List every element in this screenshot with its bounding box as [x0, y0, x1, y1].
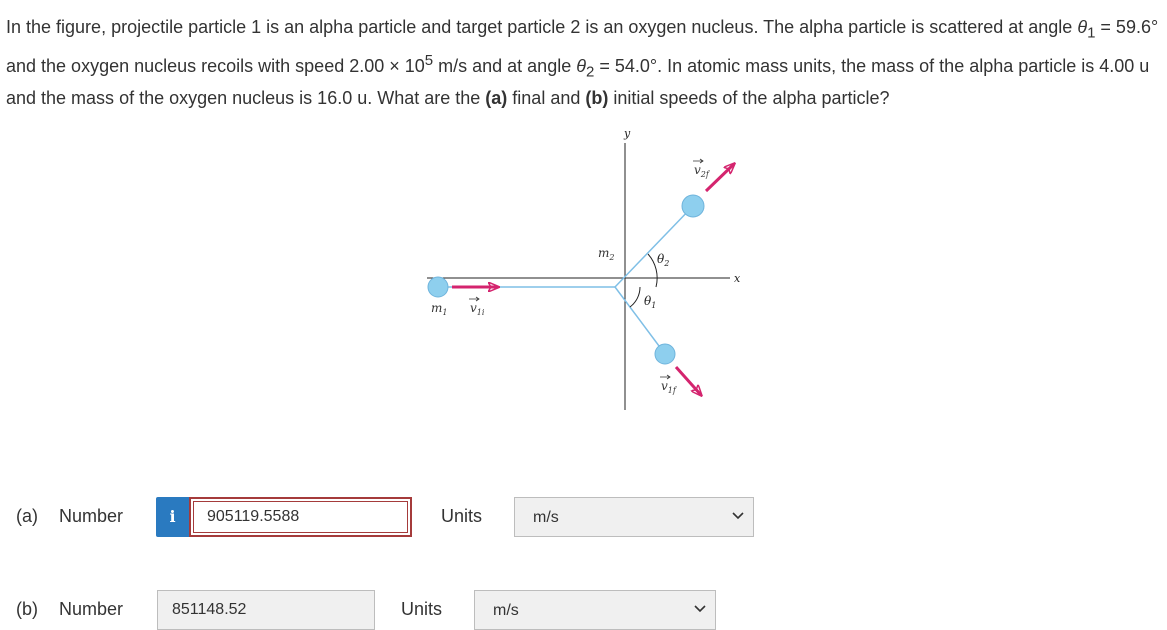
problem-text: In the figure, projectile particle 1 is … [6, 17, 1078, 37]
problem-text: final and [507, 88, 586, 109]
part-a-units-label: Units [441, 506, 483, 526]
part-a-number-input[interactable]: 905119.5588 [189, 497, 412, 537]
theta1-symbol: θ [1077, 17, 1088, 37]
alpha-particle-final [654, 343, 676, 365]
part-a-label: (a) [16, 506, 38, 526]
v2f-label: v2f [694, 163, 711, 179]
part-b-units-value: m/s [493, 602, 519, 619]
alpha-scattered-path [614, 286, 666, 355]
problem-text: initial speeds of the alpha particle? [608, 88, 890, 109]
theta1-label: θ1 [644, 294, 656, 310]
x-axis-label: x [734, 272, 741, 285]
part-a-units-value: m/s [533, 509, 559, 526]
chevron-down-icon [732, 512, 744, 520]
m1-label: m1 [431, 301, 447, 317]
v1f-arrow [674, 366, 701, 395]
theta1-arc [629, 286, 641, 308]
collision-diagram: y x m1 v1i m2 θ2 θ1 v1f v2f [427, 127, 741, 410]
part-a-tag: (a) [485, 88, 508, 109]
v1i-label: v1i [470, 301, 485, 317]
info-icon[interactable]: i [156, 497, 189, 537]
part-b-number-label: Number [59, 599, 124, 619]
alpha-particle-initial [427, 276, 449, 298]
part-b-units-label: Units [401, 599, 443, 619]
answer-row-a: (a) Number i 905119.5588 Units m/s [0, 497, 1167, 537]
answer-row-b: (b) Number 851148.52 Units m/s [0, 590, 1167, 630]
y-axis-label: y [623, 127, 631, 140]
theta2-arc [647, 253, 658, 288]
problem-text: m/s and at angle [433, 55, 577, 76]
problem-statement: In the figure, projectile particle 1 is … [6, 14, 1164, 112]
part-a-number-label: Number [59, 506, 124, 526]
oxygen-particle-final [681, 194, 705, 218]
oxygen-recoil-path [614, 205, 694, 288]
theta2-symbol: θ [576, 55, 586, 76]
chevron-down-icon [694, 605, 706, 613]
part-b-label: (b) [16, 599, 38, 619]
part-b-tag: (b) [585, 88, 609, 109]
theta2-label: θ2 [657, 252, 669, 268]
part-b-value: 851148.52 [172, 601, 247, 618]
v1f-label: v1f [661, 379, 678, 395]
part-a-units-select[interactable]: m/s [514, 497, 754, 537]
v2f-arrow [704, 164, 734, 193]
collision-figure: y x m1 v1i m2 θ2 θ1 v1f v2f [420, 125, 760, 415]
part-b-units-select[interactable]: m/s [474, 590, 716, 630]
exponent: 5 [424, 51, 434, 69]
part-a-value: 905119.5588 [207, 508, 300, 525]
m2-label: m2 [598, 246, 614, 262]
part-b-number-input[interactable]: 851148.52 [157, 590, 375, 630]
